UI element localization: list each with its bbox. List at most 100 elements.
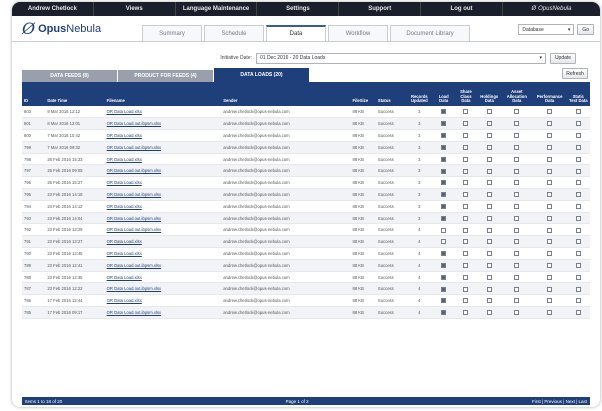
- checkbox[interactable]: [463, 144, 469, 150]
- checkbox[interactable]: [575, 133, 581, 139]
- table-row[interactable]: 803 9 Mar 2016 12:12 OR Data Load.xlsx andr…: [22, 106, 590, 119]
- checkbox[interactable]: [514, 192, 520, 198]
- checkbox[interactable]: [575, 262, 581, 268]
- checkbox[interactable]: [486, 192, 492, 198]
- checkbox[interactable]: [547, 251, 553, 257]
- checkbox[interactable]: [486, 215, 492, 221]
- filename-link[interactable]: OR Data Load.xlsx: [104, 271, 222, 284]
- checkbox[interactable]: [575, 227, 581, 233]
- checkbox[interactable]: [514, 286, 520, 292]
- table-row[interactable]: 792 23 Feb 2016 13:29 OR Data Load.out.ibp…: [22, 223, 590, 237]
- checkbox[interactable]: [486, 262, 492, 268]
- table-row[interactable]: 793 23 Feb 2016 14:04 OR Data Load.out.ibp…: [22, 212, 590, 225]
- column-header[interactable]: Performance Data: [532, 84, 567, 106]
- checkbox[interactable]: [463, 180, 469, 186]
- checkbox[interactable]: [441, 310, 447, 316]
- checkbox[interactable]: [486, 310, 492, 316]
- checkbox[interactable]: [547, 203, 553, 209]
- checkbox[interactable]: [514, 298, 520, 304]
- checkbox[interactable]: [441, 227, 447, 233]
- checkbox[interactable]: [514, 121, 520, 127]
- checkbox[interactable]: [441, 251, 447, 257]
- checkbox[interactable]: [547, 192, 553, 198]
- checkbox[interactable]: [486, 168, 492, 174]
- filename-link[interactable]: OR Data Load.out.ibpsm.xlsx: [104, 188, 222, 201]
- checkbox[interactable]: [463, 310, 469, 316]
- checkbox[interactable]: [514, 310, 520, 316]
- checkbox[interactable]: [547, 180, 553, 186]
- column-header[interactable]: Asset Allocation Data: [500, 84, 533, 106]
- checkbox[interactable]: [441, 286, 447, 292]
- filename-link[interactable]: OR Data Load.out.ibpsm.xlsx: [104, 259, 222, 272]
- table-row[interactable]: 787 23 Feb 2016 12:22 OR Data Load.out.ibp…: [22, 282, 590, 296]
- checkbox[interactable]: [463, 109, 469, 115]
- checkbox[interactable]: [463, 215, 469, 221]
- checkbox[interactable]: [486, 121, 492, 127]
- checkbox[interactable]: [463, 192, 469, 198]
- checkbox[interactable]: [486, 144, 492, 150]
- column-header[interactable]: Date Time: [45, 84, 105, 106]
- subtab-data-loads[interactable]: DATA LOADS (20): [214, 68, 309, 82]
- checkbox[interactable]: [514, 133, 520, 139]
- checkbox[interactable]: [575, 192, 581, 198]
- checkbox[interactable]: [463, 203, 469, 209]
- column-header[interactable]: Records Updated: [405, 84, 434, 106]
- checkbox[interactable]: [547, 262, 553, 268]
- filename-link[interactable]: OR Data Load.out.ibpsm.xlsx: [104, 212, 222, 225]
- checkbox[interactable]: [441, 298, 447, 304]
- checkbox[interactable]: [514, 239, 520, 245]
- tab-document-library[interactable]: Document Library: [390, 25, 470, 41]
- checkbox[interactable]: [463, 298, 469, 304]
- filename-link[interactable]: OR Data Load.xlsx: [104, 200, 222, 213]
- checkbox[interactable]: [486, 298, 492, 304]
- subtab-product-feeds[interactable]: PRODUCT FOR FEEDS (4): [118, 70, 213, 82]
- checkbox[interactable]: [547, 215, 553, 221]
- checkbox[interactable]: [486, 180, 492, 186]
- checkbox[interactable]: [441, 121, 447, 127]
- table-row[interactable]: 800 7 Mar 2016 10:42 OR Data Load.xlsx andr…: [22, 129, 590, 142]
- nav-user[interactable]: Andrew Chetlock: [12, 2, 94, 16]
- filename-link[interactable]: OR Data Load.xlsx: [104, 235, 222, 249]
- initiative-date-select[interactable]: 01 Dec 2016 - 20 Data Loads ▾: [256, 52, 546, 64]
- checkbox[interactable]: [486, 239, 492, 245]
- filename-link[interactable]: OR Data Load.out.ibpsm.xlsx: [104, 223, 222, 237]
- checkbox[interactable]: [486, 251, 492, 257]
- tab-schedule[interactable]: Schedule: [204, 25, 264, 41]
- checkbox[interactable]: [514, 227, 520, 233]
- checkbox[interactable]: [486, 286, 492, 292]
- column-header[interactable]: FileSize: [350, 84, 376, 106]
- checkbox[interactable]: [547, 156, 553, 162]
- checkbox[interactable]: [463, 156, 469, 162]
- column-header[interactable]: Static Text Data: [566, 84, 590, 106]
- filename-link[interactable]: OR Data Load.out.ibpsm.xlsx: [104, 282, 222, 296]
- checkbox[interactable]: [463, 133, 469, 139]
- table-row[interactable]: 791 23 Feb 2016 13:27 OR Data Load.xlsx and…: [22, 235, 590, 249]
- checkbox[interactable]: [575, 180, 581, 186]
- table-row[interactable]: 786 17 Feb 2016 12:44 OR Data Load.xlsx and…: [22, 294, 590, 308]
- checkbox[interactable]: [547, 298, 553, 304]
- checkbox[interactable]: [575, 168, 581, 174]
- filename-link[interactable]: OR Data Load.xlsx: [104, 294, 222, 308]
- nav-logout[interactable]: Log out: [421, 2, 503, 16]
- checkbox[interactable]: [441, 274, 447, 280]
- checkbox[interactable]: [463, 274, 469, 280]
- checkbox[interactable]: [575, 310, 581, 316]
- filename-link[interactable]: OR Data Load.out.ibpsm.xlsx: [104, 141, 222, 154]
- checkbox[interactable]: [514, 168, 520, 174]
- refresh-button[interactable]: Refresh: [562, 68, 588, 79]
- filename-link[interactable]: OR Data Load.xlsx: [104, 176, 222, 190]
- checkbox[interactable]: [486, 156, 492, 162]
- column-header[interactable]: Sender: [221, 84, 351, 106]
- checkbox[interactable]: [463, 227, 469, 233]
- checkbox[interactable]: [547, 310, 553, 316]
- checkbox[interactable]: [575, 274, 581, 280]
- checkbox[interactable]: [486, 109, 492, 115]
- nav-settings[interactable]: Settings: [257, 2, 340, 16]
- checkbox[interactable]: [514, 203, 520, 209]
- table-row[interactable]: 795 23 Feb 2016 14:18 OR Data Load.out.ibp…: [22, 188, 590, 201]
- nav-views[interactable]: Views: [94, 2, 176, 16]
- checkbox[interactable]: [547, 144, 553, 150]
- tab-workflow[interactable]: Workflow: [328, 25, 388, 41]
- filename-link[interactable]: OR Data Load.xlsx: [104, 129, 222, 142]
- filename-link[interactable]: OR Data Load.out.ibpsm.xlsx: [104, 306, 222, 319]
